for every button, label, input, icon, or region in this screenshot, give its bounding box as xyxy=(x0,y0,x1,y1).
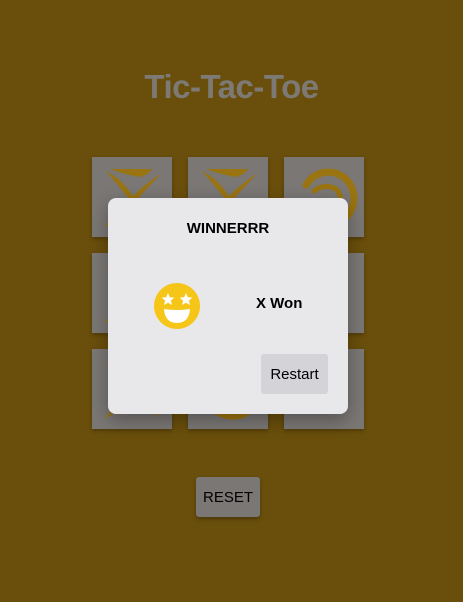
dialog-title: WINNERRR xyxy=(186,220,270,237)
winner-dialog: WINNERRR X Won Restart xyxy=(108,198,348,414)
game-title: Tic-Tac-Toe xyxy=(144,68,319,105)
star-struck-face-icon xyxy=(154,283,200,329)
reset-button[interactable]: RESET xyxy=(196,477,260,517)
restart-button[interactable]: Restart xyxy=(261,354,328,394)
winner-message: X Won xyxy=(256,295,303,312)
